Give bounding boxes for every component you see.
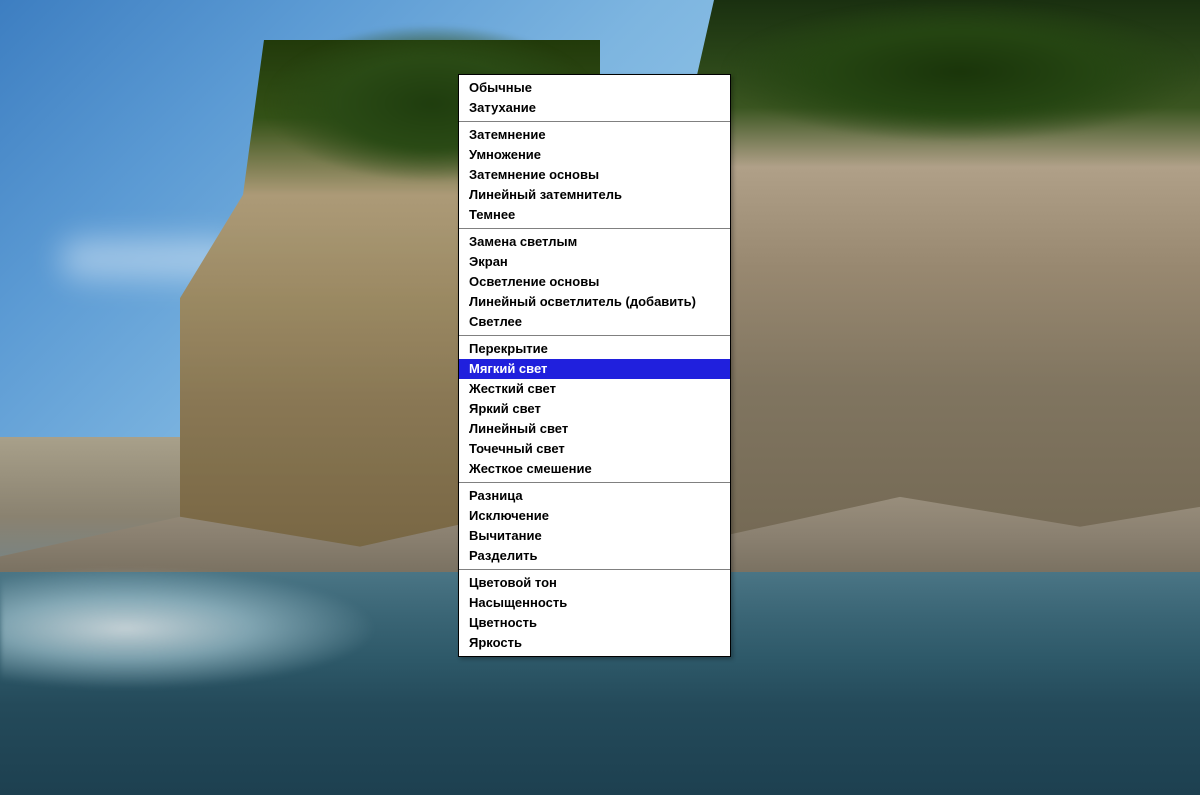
menu-item[interactable]: Затухание xyxy=(459,98,730,118)
menu-item[interactable]: Мягкий свет xyxy=(459,359,730,379)
menu-group: ОбычныеЗатухание xyxy=(459,75,730,121)
menu-item[interactable]: Цветовой тон xyxy=(459,573,730,593)
menu-item[interactable]: Линейный свет xyxy=(459,419,730,439)
menu-item[interactable]: Осветление основы xyxy=(459,272,730,292)
menu-group: ЗатемнениеУмножениеЗатемнение основыЛине… xyxy=(459,121,730,228)
menu-group: РазницаИсключениеВычитаниеРазделить xyxy=(459,482,730,569)
menu-group: Цветовой тонНасыщенностьЦветностьЯркость xyxy=(459,569,730,656)
menu-item[interactable]: Перекрытие xyxy=(459,339,730,359)
menu-item[interactable]: Цветность xyxy=(459,613,730,633)
menu-item[interactable]: Линейный затемнитель xyxy=(459,185,730,205)
menu-item[interactable]: Жесткое смешение xyxy=(459,459,730,479)
menu-item[interactable]: Яркость xyxy=(459,633,730,653)
menu-item[interactable]: Линейный осветлитель (добавить) xyxy=(459,292,730,312)
menu-item[interactable]: Темнее xyxy=(459,205,730,225)
trees-right xyxy=(720,0,1200,143)
menu-item[interactable]: Яркий свет xyxy=(459,399,730,419)
menu-item[interactable]: Вычитание xyxy=(459,526,730,546)
blend-mode-menu[interactable]: ОбычныеЗатуханиеЗатемнениеУмножениеЗатем… xyxy=(458,74,731,657)
menu-item[interactable]: Умножение xyxy=(459,145,730,165)
menu-item[interactable]: Экран xyxy=(459,252,730,272)
menu-item[interactable]: Жесткий свет xyxy=(459,379,730,399)
menu-item[interactable]: Затемнение основы xyxy=(459,165,730,185)
menu-item[interactable]: Обычные xyxy=(459,78,730,98)
menu-item[interactable]: Светлее xyxy=(459,312,730,332)
menu-item[interactable]: Насыщенность xyxy=(459,593,730,613)
menu-item[interactable]: Разделить xyxy=(459,546,730,566)
menu-item[interactable]: Разница xyxy=(459,486,730,506)
foam-region xyxy=(0,557,420,700)
menu-group: ПерекрытиеМягкий светЖесткий светЯркий с… xyxy=(459,335,730,482)
menu-item[interactable]: Точечный свет xyxy=(459,439,730,459)
menu-item[interactable]: Затемнение xyxy=(459,125,730,145)
menu-group: Замена светлымЭкранОсветление основыЛине… xyxy=(459,228,730,335)
menu-item[interactable]: Замена светлым xyxy=(459,232,730,252)
menu-item[interactable]: Исключение xyxy=(459,506,730,526)
